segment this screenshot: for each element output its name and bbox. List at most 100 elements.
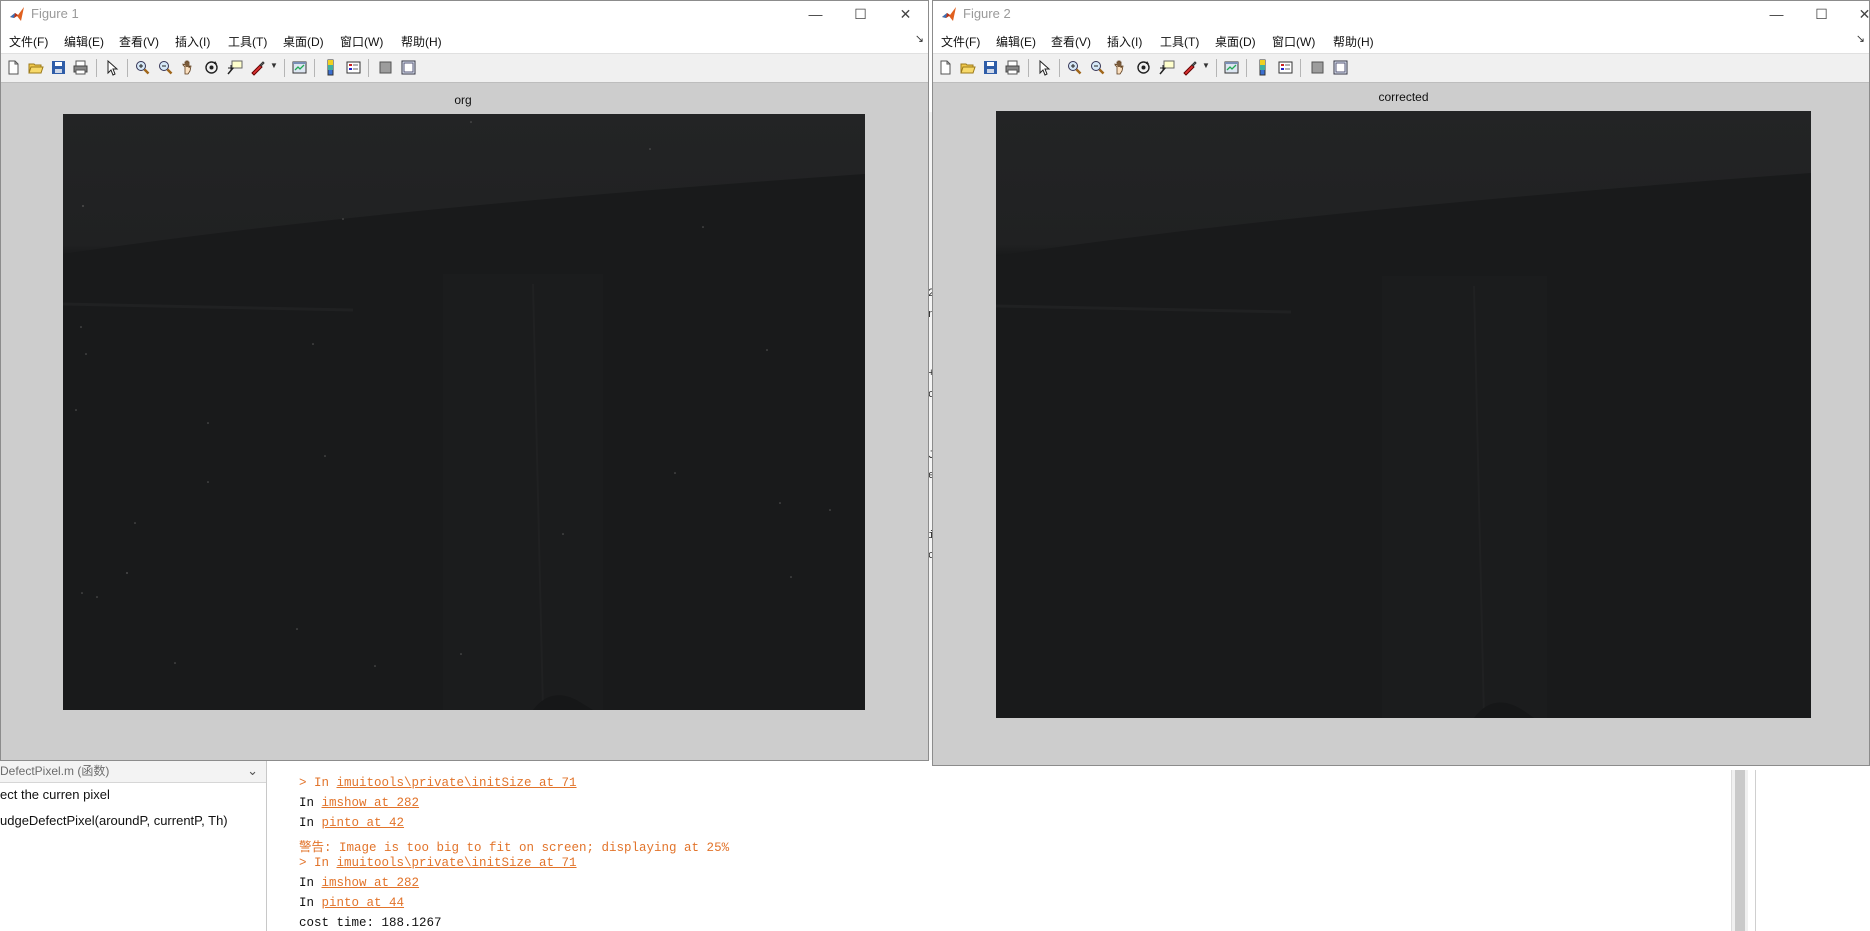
command-output-line: cost time: 188.1267 (299, 916, 442, 930)
open-file-icon[interactable] (959, 59, 976, 76)
image-display (63, 114, 865, 710)
pan-icon[interactable] (1112, 59, 1129, 76)
command-output-line: > In imuitools\private\initSize at 71 (299, 776, 577, 790)
toolbar-separator (1028, 59, 1029, 77)
menu-help[interactable]: 帮助(H) (1333, 33, 1374, 50)
show-plot-tools-icon[interactable] (1332, 59, 1349, 76)
menu-desktop[interactable]: 桌面(D) (283, 33, 324, 50)
zoom-out-icon[interactable] (157, 59, 174, 76)
command-output-line: In pinto at 44 (299, 896, 405, 910)
menu-bar: 文件(F) 编辑(E) 查看(V) 插入(I) 工具(T) 桌面(D) 窗口(W… (1, 27, 928, 53)
brush-icon[interactable] (1181, 59, 1198, 76)
print-icon[interactable] (72, 59, 89, 76)
save-icon[interactable] (50, 59, 67, 76)
menu-view[interactable]: 查看(V) (119, 33, 159, 50)
warning-line: 警告: Image is too big to fit on screen; d… (299, 841, 730, 855)
error-link[interactable]: pinto at 44 (322, 896, 405, 910)
legend-icon[interactable] (1277, 59, 1294, 76)
title-bar[interactable]: Figure 1 — ☐ ✕ (1, 1, 928, 27)
function-browser-header[interactable]: DefectPixel.m (函数) ⌄ (0, 760, 266, 783)
matlab-logo-icon (942, 7, 956, 21)
hide-plot-tools-icon[interactable] (1309, 59, 1326, 76)
menu-help[interactable]: 帮助(H) (401, 33, 442, 50)
command-output-line: In pinto at 42 (299, 816, 405, 830)
data-cursor-icon[interactable] (226, 59, 243, 76)
function-signature-line[interactable]: udgeDefectPixel(aroundP, currentP, Th) (0, 813, 228, 828)
edit-plot-icon[interactable] (104, 59, 121, 76)
menu-desktop[interactable]: 桌面(D) (1215, 33, 1256, 50)
figure-toolbar: ▼ (933, 53, 1869, 83)
zoom-in-icon[interactable] (134, 59, 151, 76)
zoom-in-icon[interactable] (1066, 59, 1083, 76)
title-bar[interactable]: Figure 2 — ☐ ✕ (933, 1, 1870, 27)
toolbar-separator (1246, 59, 1247, 77)
brush-dropdown-arrow-icon[interactable]: ▼ (270, 61, 278, 70)
new-figure-icon[interactable] (937, 59, 954, 76)
figure-window-2[interactable]: Figure 2 — ☐ ✕ 文件(F) 编辑(E) 查看(V) 插入(I) 工… (932, 0, 1870, 766)
colorbar-icon[interactable] (1254, 59, 1271, 76)
data-cursor-icon[interactable] (1158, 59, 1175, 76)
hide-plot-tools-icon[interactable] (377, 59, 394, 76)
menu-edit[interactable]: 编辑(E) (996, 33, 1036, 50)
link-plot-icon[interactable] (291, 59, 308, 76)
menu-view[interactable]: 查看(V) (1051, 33, 1091, 50)
command-output-line: In imshow at 282 (299, 876, 420, 890)
menu-tools[interactable]: 工具(T) (228, 33, 267, 50)
print-icon[interactable] (1004, 59, 1021, 76)
maximize-button[interactable]: ☐ (1799, 1, 1844, 27)
error-link[interactable]: imuitools\private\initSize at 71 (337, 776, 577, 790)
axes-title: corrected (1378, 90, 1429, 104)
function-browser-panel: DefectPixel.m (函数) ⌄ ect the curren pixe… (0, 760, 267, 931)
close-button[interactable]: ✕ (1842, 1, 1870, 27)
error-link[interactable]: imshow at 282 (322, 796, 420, 810)
toolbar-separator (284, 59, 285, 77)
toolbar-separator (368, 59, 369, 77)
toolbar-separator (314, 59, 315, 77)
menu-bar: 文件(F) 编辑(E) 查看(V) 插入(I) 工具(T) 桌面(D) 窗口(W… (933, 27, 1869, 53)
command-window-scrollbar[interactable] (1731, 770, 1748, 931)
figure-toolbar: ▼ (1, 53, 928, 83)
save-icon[interactable] (982, 59, 999, 76)
edit-plot-icon[interactable] (1036, 59, 1053, 76)
toolbar-separator (96, 59, 97, 77)
toolbar-separator (1300, 59, 1301, 77)
open-file-icon[interactable] (27, 59, 44, 76)
command-window[interactable]: ▄▄▄▄▄▄▄▄▄▄▄▄▄▄▄▄▄▄▄▄▄ > In imuitools\pri… (267, 760, 1729, 931)
minimize-button[interactable]: — (793, 1, 838, 27)
menu-edit[interactable]: 编辑(E) (64, 33, 104, 50)
link-plot-icon[interactable] (1223, 59, 1240, 76)
scrollbar-thumb[interactable] (1735, 770, 1745, 931)
error-link[interactable]: pinto at 42 (322, 816, 405, 830)
menu-file[interactable]: 文件(F) (941, 33, 980, 50)
toolbar-separator (1216, 59, 1217, 77)
show-plot-tools-icon[interactable] (400, 59, 417, 76)
menu-tools[interactable]: 工具(T) (1160, 33, 1199, 50)
error-link[interactable]: imshow at 282 (322, 876, 420, 890)
pan-icon[interactable] (180, 59, 197, 76)
chevron-down-icon[interactable]: ⌄ (247, 760, 258, 782)
zoom-out-icon[interactable] (1089, 59, 1106, 76)
minimize-button[interactable]: — (1754, 1, 1799, 27)
image-axes[interactable] (63, 114, 865, 710)
menu-window[interactable]: 窗口(W) (340, 33, 383, 50)
menu-file[interactable]: 文件(F) (9, 33, 48, 50)
toolbar-separator (1059, 59, 1060, 77)
dock-arrow-icon[interactable]: ↘ (1856, 32, 1865, 45)
dock-arrow-icon[interactable]: ↘ (915, 32, 924, 45)
menu-insert[interactable]: 插入(I) (175, 33, 210, 50)
legend-icon[interactable] (345, 59, 362, 76)
menu-window[interactable]: 窗口(W) (1272, 33, 1315, 50)
close-button[interactable]: ✕ (883, 1, 928, 27)
menu-insert[interactable]: 插入(I) (1107, 33, 1142, 50)
error-link[interactable]: imuitools\private\initSize at 71 (337, 856, 577, 870)
brush-dropdown-arrow-icon[interactable]: ▼ (1202, 61, 1210, 70)
function-comment-line: ect the curren pixel (0, 787, 110, 802)
brush-icon[interactable] (249, 59, 266, 76)
rotate-3d-icon[interactable] (203, 59, 220, 76)
rotate-3d-icon[interactable] (1135, 59, 1152, 76)
colorbar-icon[interactable] (322, 59, 339, 76)
image-axes[interactable] (996, 111, 1811, 718)
new-figure-icon[interactable] (5, 59, 22, 76)
figure-window-1[interactable]: Figure 1 — ☐ ✕ 文件(F) 编辑(E) 查看(V) 插入(I) 工… (0, 0, 929, 761)
maximize-button[interactable]: ☐ (838, 1, 883, 27)
